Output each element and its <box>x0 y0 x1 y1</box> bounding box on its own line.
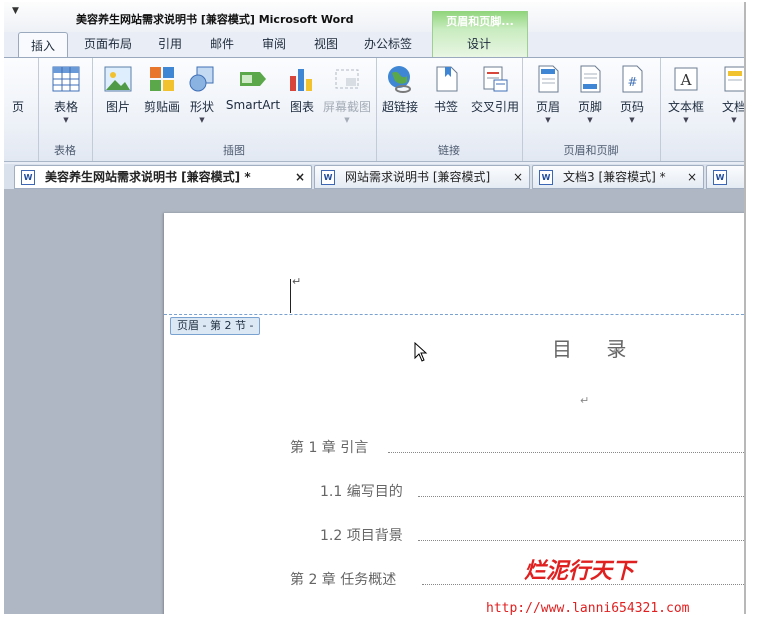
word-doc-icon: W <box>21 170 35 185</box>
document-part-icon <box>724 66 744 92</box>
tab-references[interactable]: 引用 <box>148 31 192 57</box>
doc-tab-1[interactable]: W 美容养生网站需求说明书 [兼容模式] * × <box>14 165 312 189</box>
bookmark-icon <box>436 66 458 92</box>
watermark-url: http://www.lanni654321.com <box>486 601 690 616</box>
close-icon[interactable]: × <box>295 166 305 188</box>
page-number-button[interactable]: # 页码 ▼ <box>606 64 658 124</box>
page-icon <box>4 64 33 94</box>
bookmark-button[interactable]: 书签 <box>420 64 472 115</box>
word-doc-icon: W <box>713 170 727 185</box>
group-label-illustrations: 插图 <box>223 144 245 157</box>
toc-entry[interactable]: 1.1 编写目的 <box>320 481 403 501</box>
word-doc-icon: W <box>539 170 553 185</box>
footer-icon <box>580 65 601 93</box>
globe-link-icon <box>388 66 411 93</box>
clipart-icon <box>150 67 174 91</box>
textbox-icon: A <box>674 67 698 91</box>
dropdown-arrow-icon: ▼ <box>731 116 737 124</box>
toc-leader-dots <box>418 540 744 541</box>
ribbon-tabs: 插入 页面布局 引用 邮件 审阅 视图 办公标签 设计 <box>4 31 744 58</box>
document-parts-button[interactable]: 文档 ▼ <box>708 64 744 124</box>
doc-tab-2[interactable]: W 网站需求说明书 [兼容模式] × <box>314 165 530 189</box>
svg-text:A: A <box>680 71 692 89</box>
smartart-icon <box>240 72 266 86</box>
close-icon[interactable]: × <box>513 166 523 188</box>
toc-leader-dots <box>388 452 744 453</box>
group-label-tables: 表格 <box>54 144 76 157</box>
tab-office-tab[interactable]: 办公标签 <box>356 31 420 57</box>
ribbon-group-text: A 文本框 ▼ 文档 ▼ <box>660 58 744 161</box>
ribbon-group-illustrations: 图片 剪贴画 形状 ▼ SmartArt 图表 屏幕截图 ▼ 插图 <box>92 58 377 161</box>
shapes-button[interactable]: 形状 ▼ <box>176 64 228 124</box>
ribbon-group-partial: 页 <box>4 58 39 161</box>
tab-view[interactable]: 视图 <box>304 31 348 57</box>
word-window: ▼ 美容养生网站需求说明书 [兼容模式] Microsoft Word 页眉和页… <box>4 2 746 614</box>
dropdown-arrow-icon: ▼ <box>199 116 205 124</box>
toc-entry[interactable]: 1.2 项目背景 <box>320 525 403 545</box>
context-group-title: 页眉和页脚... <box>446 15 514 28</box>
picture-icon <box>104 66 132 92</box>
ribbon-group-header-footer: 页眉 ▼ 页脚 ▼ # 页码 ▼ 页眉和页脚 <box>522 58 661 161</box>
chart-icon <box>290 69 312 91</box>
watermark-name: 烂泥行天下 <box>524 558 635 584</box>
tab-page-layout[interactable]: 页面布局 <box>76 31 140 57</box>
window-title: 美容养生网站需求说明书 [兼容模式] Microsoft Word <box>76 13 354 26</box>
dropdown-arrow-icon: ▼ <box>63 116 69 124</box>
toc-entry[interactable]: 第 1 章 引言 <box>290 437 368 457</box>
tab-insert[interactable]: 插入 <box>18 32 68 58</box>
document-page[interactable]: ↵ 页眉 - 第 2 节 - 目 录 ↵ ↵ 第 1 章 引言 1.1 编写目的… <box>164 213 744 614</box>
text-cursor <box>290 279 291 313</box>
ribbon-group-links: 超链接 书签 交叉引用 链接 <box>376 58 523 161</box>
dropdown-arrow-icon: ▼ <box>683 116 689 124</box>
screenshot-icon <box>335 69 359 89</box>
table-icon <box>52 66 80 92</box>
textbox-button[interactable]: A 文本框 ▼ <box>660 64 712 124</box>
ribbon: 页 表格 ▼ 表格 图片 剪贴画 形状 ▼ SmartArt 图表 屏幕截图 ▼… <box>4 57 744 162</box>
toc-entry[interactable]: 第 2 章 任务概述 <box>290 569 396 589</box>
toc-leader-dots <box>418 496 744 497</box>
document-tabs: W 美容养生网站需求说明书 [兼容模式] * × W 网站需求说明书 [兼容模式… <box>4 164 744 189</box>
header-section-tag[interactable]: 页眉 - 第 2 节 - <box>170 317 261 335</box>
page-number-icon: # <box>622 65 643 93</box>
tab-mailings[interactable]: 邮件 <box>200 31 244 57</box>
ribbon-group-tables: 表格 ▼ 表格 <box>38 58 93 161</box>
hyperlink-button[interactable]: 超链接 <box>374 64 426 115</box>
doc-tab-4-partial[interactable]: W <box>706 165 744 189</box>
title-bar: ▼ 美容养生网站需求说明书 [兼容模式] Microsoft Word <box>4 2 744 32</box>
paragraph-mark: ↵ <box>580 394 590 407</box>
document-workspace: ↵ 页眉 - 第 2 节 - 目 录 ↵ ↵ 第 1 章 引言 1.1 编写目的… <box>4 189 744 614</box>
toc-title: 目 录 <box>552 337 641 361</box>
doc-tab-3[interactable]: W 文档3 [兼容模式] * × <box>532 165 704 189</box>
group-label-header-footer: 页眉和页脚 <box>563 144 619 157</box>
header-boundary-line <box>164 314 744 315</box>
paragraph-mark: ↵ <box>612 345 622 358</box>
dropdown-arrow-icon: ▼ <box>344 116 350 124</box>
shapes-icon <box>189 66 214 92</box>
screenshot-button[interactable]: 屏幕截图 ▼ <box>318 64 376 124</box>
quick-access-dropdown-icon[interactable]: ▼ <box>12 6 19 16</box>
close-icon[interactable]: × <box>687 166 697 188</box>
dropdown-arrow-icon: ▼ <box>629 116 635 124</box>
header-icon <box>538 65 559 93</box>
smartart-button[interactable]: SmartArt <box>222 64 284 112</box>
tab-review[interactable]: 审阅 <box>252 31 296 57</box>
table-button[interactable]: 表格 ▼ <box>40 64 92 124</box>
paragraph-mark: ↵ <box>292 275 302 288</box>
word-doc-icon: W <box>321 170 335 185</box>
cross-reference-icon <box>483 66 508 92</box>
tab-design[interactable]: 设计 <box>444 31 514 57</box>
cross-reference-button[interactable]: 交叉引用 <box>466 64 524 115</box>
group-label-links: 链接 <box>438 144 460 157</box>
mouse-pointer-icon <box>414 342 428 362</box>
svg-text:#: # <box>627 75 637 89</box>
